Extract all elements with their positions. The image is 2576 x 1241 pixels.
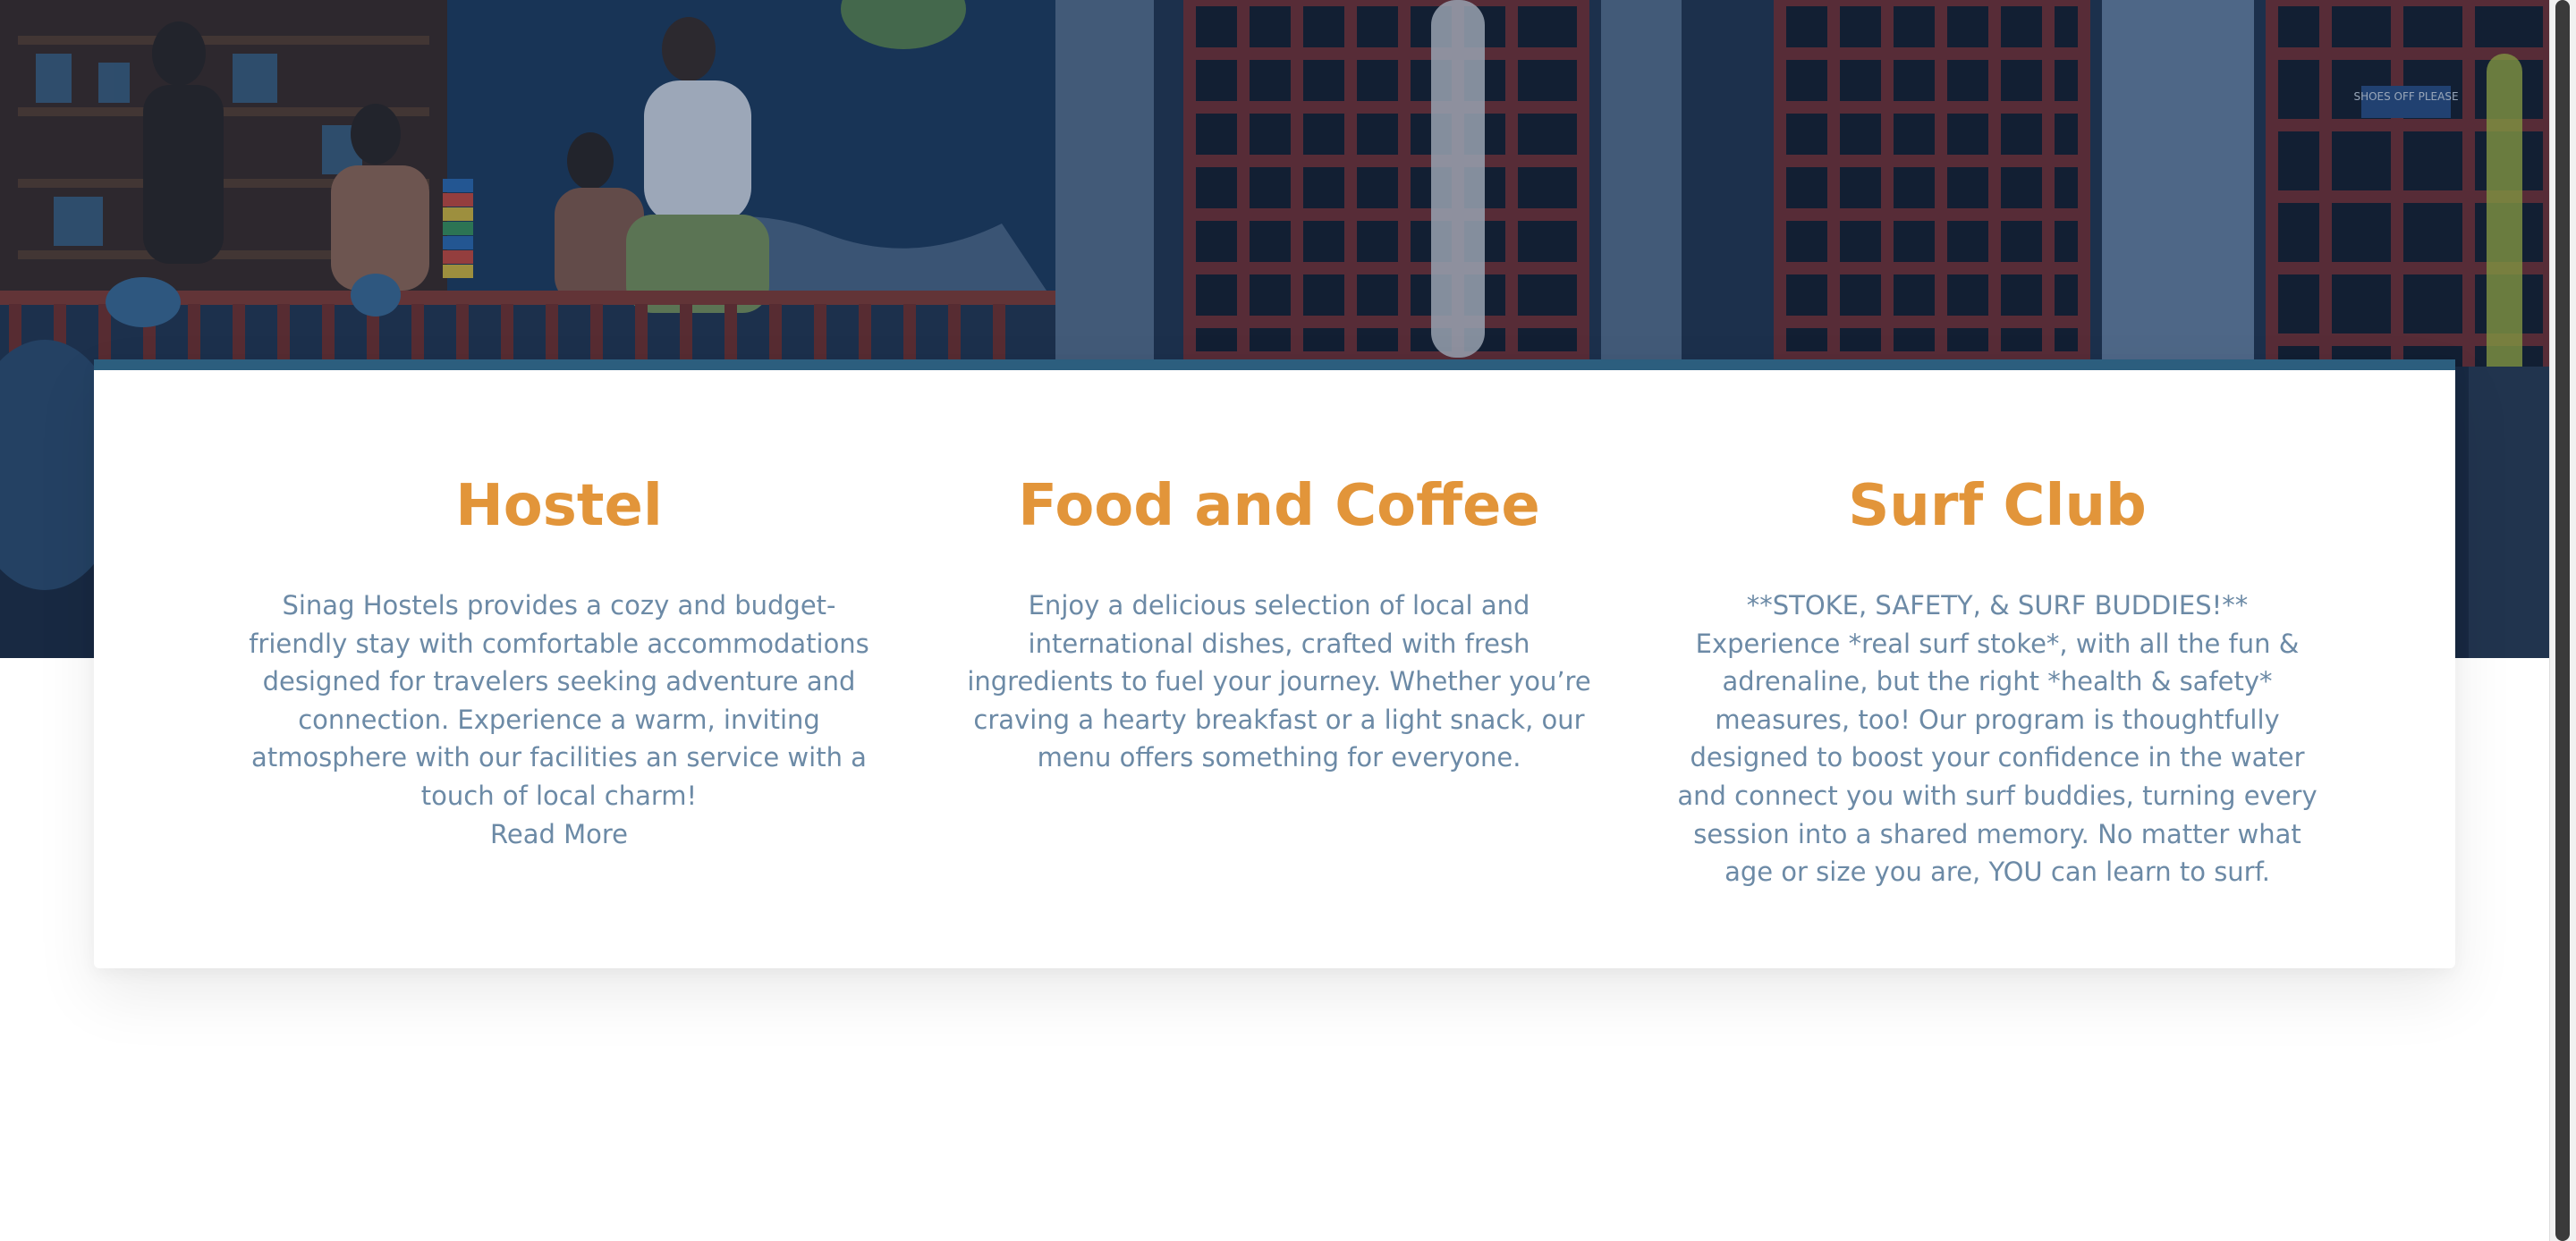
feature-description-hostel: Sinag Hostels provides a cozy and budget… (249, 590, 869, 811)
feature-surf-club: Surf Club **STOKE, SAFETY, & SURF BUDDIE… (1675, 470, 2319, 891)
shoes-off-sign: SHOES OFF PLEASE (2353, 90, 2458, 103)
scrollbar-thumb[interactable] (2555, 0, 2570, 1241)
feature-hostel: Hostel Sinag Hostels provides a cozy and… (237, 470, 881, 853)
feature-title-hostel: Hostel (455, 473, 663, 539)
feature-title-food-and-coffee: Food and Coffee (1018, 473, 1540, 539)
feature-text-food-and-coffee: Enjoy a delicious selection of local and… (967, 590, 1591, 773)
feature-title-surf-club: Surf Club (1848, 473, 2147, 539)
features-card: Hostel Sinag Hostels provides a cozy and… (94, 359, 2455, 968)
feature-text-hostel: Sinag Hostels provides a cozy and budget… (237, 587, 881, 853)
feature-food-and-coffee: Food and Coffee Enjoy a delicious select… (957, 470, 1601, 777)
page: SHOES OFF PLEASE Hostel Sinag Hostels pr… (0, 0, 2576, 1241)
feature-text-surf-club: **STOKE, SAFETY, & SURF BUDDIES!** Exper… (1677, 590, 2318, 888)
read-more-link[interactable]: Read More (237, 815, 881, 854)
page-scrollbar[interactable] (2549, 0, 2576, 1241)
